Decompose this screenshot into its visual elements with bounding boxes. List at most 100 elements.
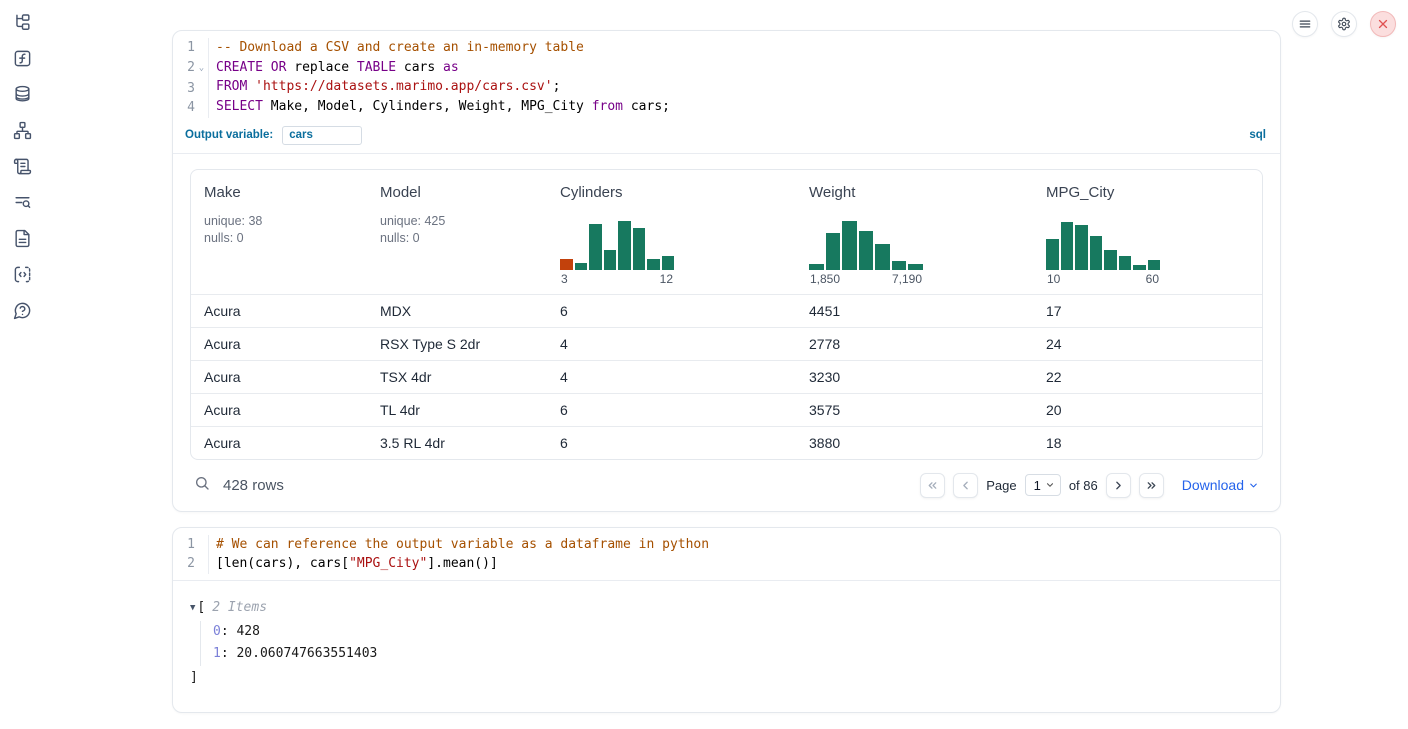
column-header[interactable]: Weight 1,8507,190	[796, 170, 1033, 294]
page-select-value: 1	[1034, 478, 1041, 493]
table-cell: 4	[547, 336, 796, 352]
file-tree-icon[interactable]	[8, 13, 36, 32]
help-bubble-icon[interactable]	[8, 301, 36, 320]
search-icon[interactable]	[194, 475, 210, 496]
histogram-bar[interactable]	[1119, 256, 1132, 270]
table-cell: MDX	[367, 303, 547, 319]
table-row[interactable]: AcuraTSX 4dr4323022	[191, 360, 1262, 393]
column-header[interactable]: Modelunique: 425nulls: 0	[367, 170, 547, 294]
output-variable-input[interactable]	[282, 126, 362, 145]
column-header[interactable]: Makeunique: 38nulls: 0	[191, 170, 367, 294]
table-cell: 18	[1033, 435, 1262, 451]
prev-page-button[interactable]	[953, 473, 978, 498]
table-row[interactable]: AcuraRSX Type S 2dr4277824	[191, 327, 1262, 360]
histogram-bar[interactable]	[560, 259, 573, 270]
table-cell: Acura	[191, 336, 367, 352]
column-histogram[interactable]: 1060	[1046, 220, 1160, 286]
histogram-bar[interactable]	[1104, 250, 1117, 270]
settings-gear-icon	[1337, 17, 1351, 31]
table-cell: RSX Type S 2dr	[367, 336, 547, 352]
code-lines[interactable]: # We can reference the output variable a…	[209, 535, 1280, 574]
table-cell: 3230	[796, 369, 1033, 385]
column-header[interactable]: Cylinders 312	[547, 170, 796, 294]
column-histogram[interactable]: 312	[560, 220, 674, 286]
function-square-icon[interactable]	[8, 49, 36, 68]
file-text-icon[interactable]	[8, 229, 36, 248]
column-label: Cylinders	[560, 184, 788, 201]
histogram-bar[interactable]	[1148, 260, 1161, 270]
line-number: 4	[173, 98, 208, 118]
first-page-button[interactable]	[920, 473, 945, 498]
python-code-editor[interactable]: 12 # We can reference the output variabl…	[173, 528, 1280, 581]
histogram-bar[interactable]	[662, 256, 675, 270]
table-row[interactable]: Acura3.5 RL 4dr6388018	[191, 426, 1262, 459]
code-lines[interactable]: -- Download a CSV and create an in-memor…	[209, 38, 1280, 118]
python-output: ▼ [ 2 Items 0: 4281: 20.060747663551403 …	[173, 581, 1280, 712]
histogram-bar[interactable]	[859, 231, 874, 270]
column-header[interactable]: MPG_City1060	[1033, 170, 1262, 294]
column-stats: unique: 425nulls: 0	[380, 213, 539, 247]
page-label: Page	[986, 478, 1016, 493]
table-cell: 17	[1033, 303, 1262, 319]
scroll-icon[interactable]	[8, 157, 36, 176]
network-icon[interactable]	[8, 121, 36, 140]
list-search-icon[interactable]	[8, 193, 36, 212]
line-number: 2	[173, 554, 208, 574]
page-total: of 86	[1069, 478, 1098, 493]
chevron-right-icon	[1112, 479, 1125, 492]
histogram-bar[interactable]	[589, 224, 602, 270]
table-header: Makeunique: 38nulls: 0Modelunique: 425nu…	[191, 170, 1262, 294]
chevrons-left-icon	[926, 479, 939, 492]
histogram-bar[interactable]	[826, 233, 841, 270]
table-cell: 20	[1033, 402, 1262, 418]
menu-button[interactable]	[1292, 11, 1318, 37]
output-variable-label: Output variable:	[185, 129, 273, 141]
column-histogram[interactable]: 1,8507,190	[809, 220, 923, 286]
sidebar	[0, 0, 44, 729]
last-page-button[interactable]	[1139, 473, 1164, 498]
table-row[interactable]: AcuraMDX6445117	[191, 294, 1262, 327]
table-cell: Acura	[191, 402, 367, 418]
histogram-bar[interactable]	[1133, 265, 1146, 270]
table-row[interactable]: AcuraTL 4dr6357520	[191, 393, 1262, 426]
chevrons-right-icon	[1145, 479, 1158, 492]
close-button[interactable]	[1370, 11, 1396, 37]
histogram-bar[interactable]	[647, 259, 660, 270]
histogram-bar[interactable]	[892, 261, 907, 270]
histogram-bar[interactable]	[842, 221, 857, 270]
line-number-gutter: 12⌄34	[173, 38, 209, 118]
histogram-bar[interactable]	[908, 264, 923, 270]
histogram-bar[interactable]	[875, 244, 890, 270]
next-page-button[interactable]	[1106, 473, 1131, 498]
download-label: Download	[1182, 477, 1244, 493]
histogram-bar[interactable]	[1061, 222, 1074, 270]
page-select[interactable]: 1	[1025, 474, 1061, 496]
database-icon[interactable]	[8, 85, 36, 104]
histogram-range: 1060	[1046, 272, 1160, 286]
code-line[interactable]: CREATE OR replace TABLE cars as	[216, 58, 1280, 78]
sql-output: Makeunique: 38nulls: 0Modelunique: 425nu…	[173, 154, 1280, 511]
settings-button[interactable]	[1331, 11, 1357, 37]
list-open-bracket: [	[197, 598, 205, 618]
download-button[interactable]: Download	[1182, 477, 1259, 493]
histogram-bar[interactable]	[1090, 236, 1103, 270]
histogram-bar[interactable]	[633, 228, 646, 270]
histogram-bar[interactable]	[604, 250, 617, 270]
python-cell: 12 # We can reference the output variabl…	[172, 527, 1281, 713]
close-icon	[1376, 17, 1390, 31]
code-line[interactable]: [len(cars), cars["MPG_City"].mean()]	[216, 554, 1280, 574]
column-label: Weight	[809, 184, 1025, 201]
histogram-bar[interactable]	[809, 264, 824, 270]
line-number-gutter: 12	[173, 535, 209, 574]
sql-code-editor[interactable]: 12⌄34 -- Download a CSV and create an in…	[173, 31, 1280, 124]
histogram-bar[interactable]	[575, 263, 588, 270]
code-line[interactable]: SELECT Make, Model, Cylinders, Weight, M…	[216, 97, 1280, 117]
collapse-chevron-icon[interactable]: ▼	[190, 598, 195, 618]
code-snippet-icon[interactable]	[8, 265, 36, 284]
histogram-bar[interactable]	[618, 221, 631, 270]
code-line[interactable]: FROM 'https://datasets.marimo.app/cars.c…	[216, 77, 1280, 97]
histogram-bar[interactable]	[1046, 239, 1059, 270]
code-line[interactable]: # We can reference the output variable a…	[216, 535, 1280, 555]
histogram-bar[interactable]	[1075, 225, 1088, 270]
code-line[interactable]: -- Download a CSV and create an in-memor…	[216, 38, 1280, 58]
